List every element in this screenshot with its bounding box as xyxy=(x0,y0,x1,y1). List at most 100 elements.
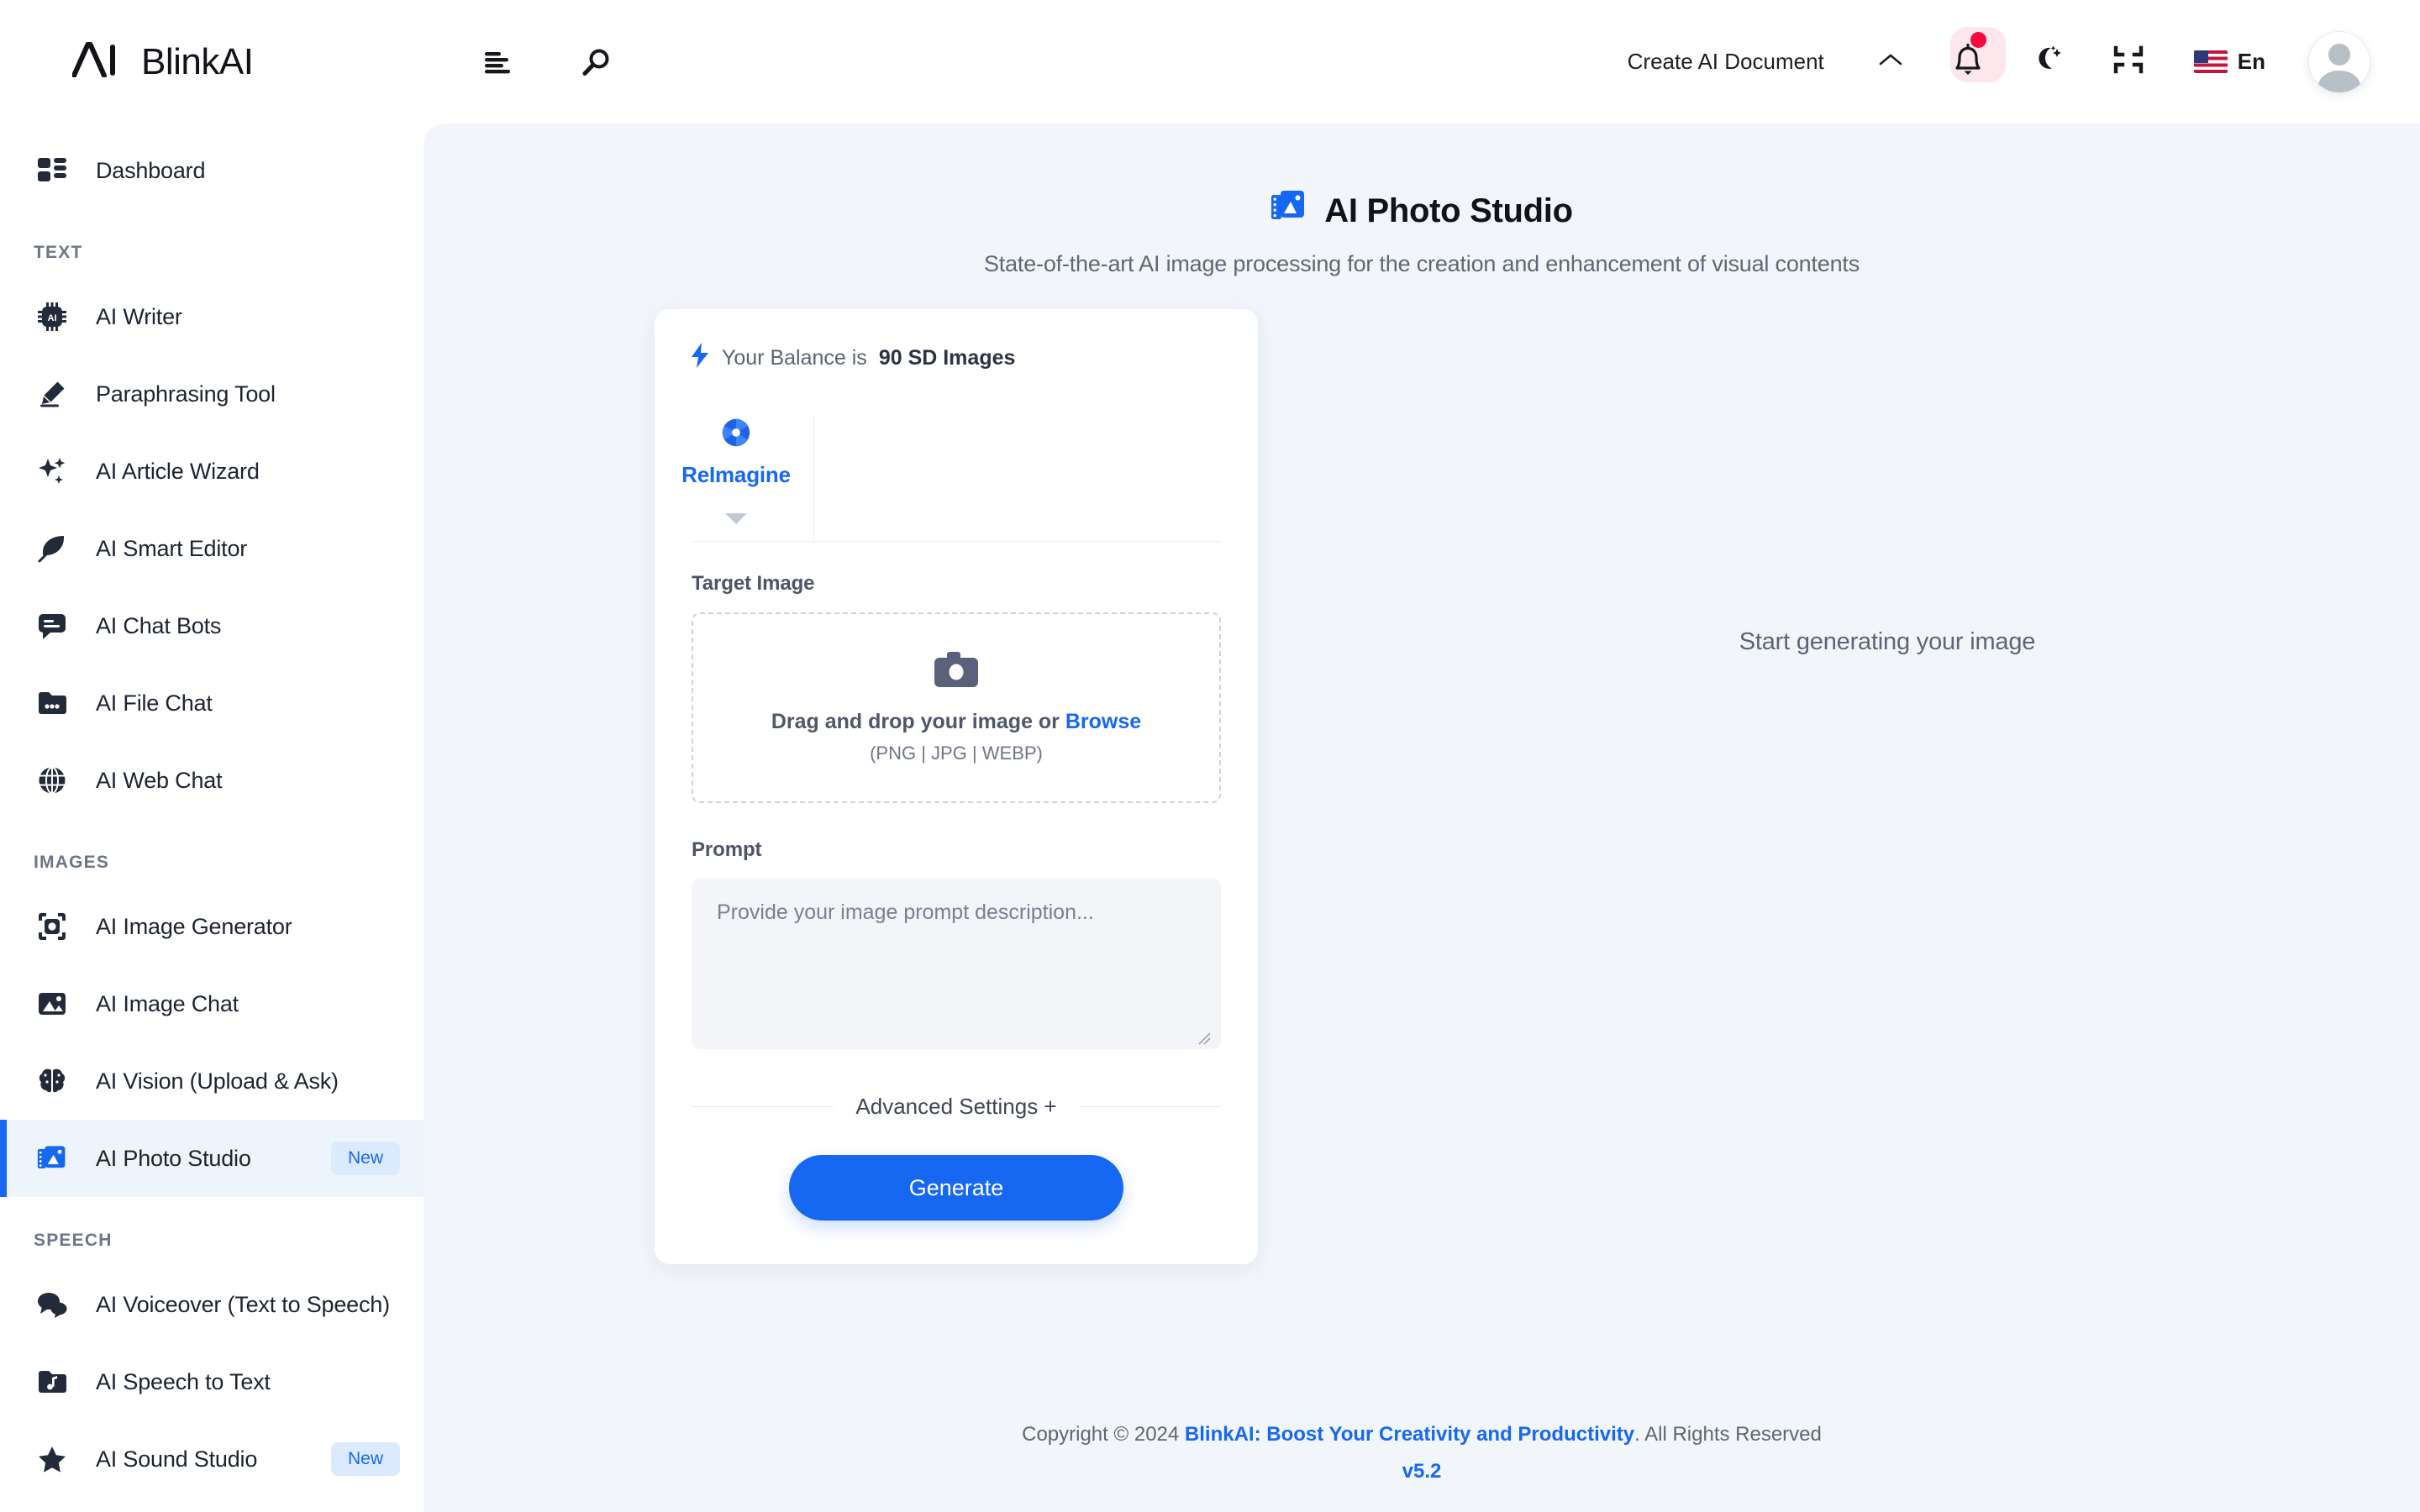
mode-tabs: ReImagine xyxy=(681,417,1221,541)
divider-right xyxy=(1078,1106,1221,1107)
language-selector[interactable]: En xyxy=(2169,49,2291,75)
sidebar-item-ai-speech-to-text[interactable]: AI Speech to Text xyxy=(0,1343,424,1420)
sidebar-item-ai-smart-editor[interactable]: AI Smart Editor xyxy=(0,510,424,587)
footer-version[interactable]: v5.2 xyxy=(424,1460,2420,1483)
search-icon[interactable] xyxy=(573,39,618,85)
brain-icon xyxy=(34,1068,71,1095)
sidebar-item-ai-voiceover-text-to-speech[interactable]: AI Voiceover (Text to Speech) xyxy=(0,1266,424,1343)
prompt-input[interactable] xyxy=(692,879,1221,1049)
sidebar-item-label: Paraphrasing Tool xyxy=(96,381,276,407)
music-folder-icon xyxy=(34,1369,71,1394)
preview-empty-message: Start generating your image xyxy=(1739,628,2036,655)
folder-dots-icon xyxy=(34,690,71,716)
footer-copyright-suffix: . All Rights Reserved xyxy=(1634,1423,1822,1446)
balance-prefix: Your Balance is xyxy=(722,346,867,370)
advanced-settings-row: Advanced Settings + xyxy=(692,1094,1221,1120)
fullscreen-toggle[interactable] xyxy=(2088,45,2169,79)
tab-reimagine[interactable]: ReImagine xyxy=(681,417,791,529)
sidebar-item-dashboard[interactable]: Dashboard xyxy=(0,132,424,209)
dropzone-lead: Drag and drop your image or xyxy=(771,709,1060,733)
photo-studio-icon xyxy=(1270,189,1306,233)
sidebar-item-ai-chat-bots[interactable]: AI Chat Bots xyxy=(0,587,424,664)
prompt-label: Prompt xyxy=(692,838,762,861)
create-ai-document-button[interactable]: Create AI Document xyxy=(1628,49,1853,75)
balance-value: 90 SD Images xyxy=(878,346,1016,370)
sidebar-item-label: AI Sound Studio xyxy=(96,1446,258,1472)
top-bar: BlinkAI Create AI Document En xyxy=(0,0,2420,123)
page-title-text: AI Photo Studio xyxy=(1324,192,1573,229)
tab-reimagine-label: ReImagine xyxy=(681,462,791,487)
compress-icon xyxy=(2113,45,2144,78)
footer-brand-link[interactable]: BlinkAI: Boost Your Creativity and Produ… xyxy=(1185,1423,1634,1446)
sidebar-item-ai-writer[interactable]: AI AI Writer xyxy=(0,278,424,355)
image-scan-icon xyxy=(34,912,71,941)
sidebar-item-ai-sound-studio[interactable]: AI Sound Studio New xyxy=(0,1420,424,1498)
language-label: En xyxy=(2237,49,2265,74)
sidebar-group-images: IMAGES xyxy=(34,853,110,872)
globe-icon xyxy=(34,766,71,795)
tabs-divider xyxy=(813,417,814,541)
top-bar-actions: Create AI Document En xyxy=(1628,27,2420,92)
sidebar-item-ai-image-generator[interactable]: AI Image Generator xyxy=(0,888,424,965)
chat-bubble-icon xyxy=(34,612,71,639)
sidebar-item-label: AI Article Wizard xyxy=(96,458,260,484)
photo-studio-icon xyxy=(34,1144,71,1173)
dashboard-icon xyxy=(34,158,71,183)
photo-icon xyxy=(34,992,71,1016)
notification-dot xyxy=(1970,32,1986,48)
sidebar-item-label: AI Image Generator xyxy=(96,913,292,939)
brand-logo[interactable]: BlinkAI xyxy=(0,41,424,83)
sidebar-item-paraphrasing-tool[interactable]: Paraphrasing Tool xyxy=(0,355,424,433)
generate-button[interactable]: Generate xyxy=(789,1155,1123,1221)
footer-copyright-prefix: Copyright © 2024 xyxy=(1022,1423,1180,1446)
avatar[interactable] xyxy=(2309,31,2370,92)
chip-ai-icon: AI xyxy=(34,302,71,331)
sparkles-icon xyxy=(34,457,71,486)
content-row: Your Balance is 90 SD Images ReImagine T… xyxy=(424,277,2420,1408)
dark-mode-toggle[interactable] xyxy=(2007,44,2088,80)
sidebar-item-label: AI Smart Editor xyxy=(96,535,248,561)
sidebar-item-label: AI Web Chat xyxy=(96,767,223,793)
aperture-icon xyxy=(721,417,751,452)
dropzone-main-text: Drag and drop your image or Browse xyxy=(771,710,1141,734)
dropzone-formats: (PNG | JPG | WEBP) xyxy=(870,742,1043,764)
notifications-button[interactable] xyxy=(1928,27,2007,82)
tabs-underline xyxy=(692,541,1221,542)
camera-icon xyxy=(934,651,978,691)
pencil-icon xyxy=(34,380,71,408)
page-header: AI Photo Studio State-of-the-art AI imag… xyxy=(424,123,2420,277)
divider-left xyxy=(692,1106,834,1107)
us-flag-icon xyxy=(2193,50,2228,73)
sidebar-item-label: AI Vision (Upload & Ask) xyxy=(96,1068,339,1094)
sidebar-item-label: AI Voiceover (Text to Speech) xyxy=(96,1291,390,1317)
chevron-up-icon[interactable] xyxy=(1853,52,1928,71)
speech-bubbles-icon xyxy=(34,1291,71,1318)
sidebar-item-ai-vision-upload-ask[interactable]: AI Vision (Upload & Ask) xyxy=(0,1042,424,1120)
svg-text:AI: AI xyxy=(48,313,57,323)
brand-name-text: BlinkAI xyxy=(141,40,254,82)
image-dropzone[interactable]: Drag and drop your image or Browse (PNG … xyxy=(692,612,1221,803)
feather-icon xyxy=(34,534,71,563)
ai-logomark-icon xyxy=(71,41,118,81)
generator-card: Your Balance is 90 SD Images ReImagine T… xyxy=(655,309,1258,1264)
sidebar-item-ai-file-chat[interactable]: AI File Chat xyxy=(0,664,424,742)
menu-icon[interactable] xyxy=(477,39,523,85)
top-bar-tools xyxy=(424,39,618,85)
sidebar-group-speech: SPEECH xyxy=(34,1231,113,1250)
sidebar-item-ai-image-chat[interactable]: AI Image Chat xyxy=(0,965,424,1042)
sidebar-item-ai-web-chat[interactable]: AI Web Chat xyxy=(0,742,424,819)
sidebar-item-label: AI Speech to Text xyxy=(96,1368,271,1394)
bell-icon xyxy=(1952,42,1984,81)
brand-name: BlinkAI xyxy=(141,40,254,83)
advanced-settings-toggle[interactable]: Advanced Settings + xyxy=(855,1094,1056,1120)
sidebar-item-label: AI Photo Studio xyxy=(96,1145,251,1171)
app-shell: Dashboard TEXT AI AI Writer Paraphrasing Too… xyxy=(0,123,2420,1512)
browse-link[interactable]: Browse xyxy=(1065,710,1141,733)
sidebar-item-label: AI Writer xyxy=(96,303,182,329)
footer-copyright: Copyright © 2024 BlinkAI: Boost Your Cre… xyxy=(424,1423,2420,1446)
lightning-icon xyxy=(692,343,710,374)
tab-active-caret-icon xyxy=(725,513,747,524)
sidebar-item-ai-article-wizard[interactable]: AI Article Wizard xyxy=(0,433,424,510)
balance-row: Your Balance is 90 SD Images xyxy=(692,343,1221,374)
sidebar-item-ai-photo-studio[interactable]: AI Photo Studio New xyxy=(0,1120,424,1197)
